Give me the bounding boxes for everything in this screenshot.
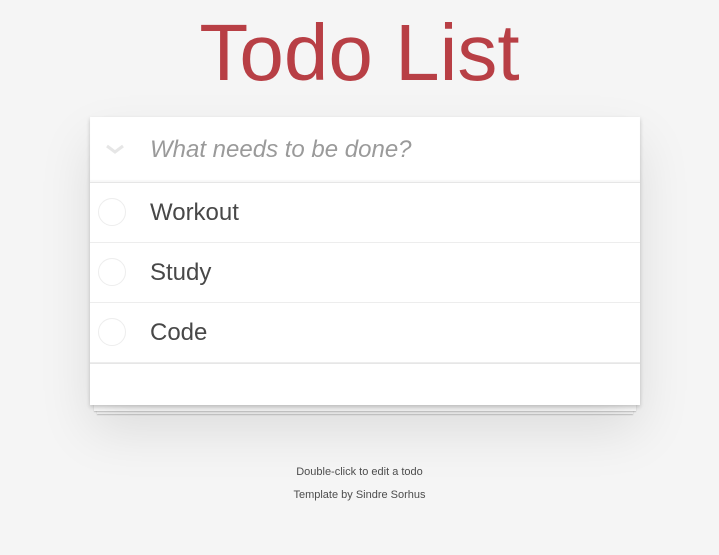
info-hint: Double-click to edit a todo [296,466,423,478]
todo-label[interactable]: Code [150,303,207,362]
info-credit: Template by Sindre Sorhus [293,489,426,501]
todo-item[interactable]: Study [90,243,640,303]
todo-label[interactable]: Study [150,243,211,302]
todo-label[interactable]: Workout [150,183,239,242]
todo-item[interactable]: Workout [90,183,640,243]
todo-checkbox[interactable] [98,198,126,226]
todo-footer [90,363,640,405]
todo-checkbox[interactable] [98,318,126,346]
card-stack-shadow [94,404,636,411]
new-todo-input[interactable] [150,117,630,182]
chevron-down-icon[interactable] [104,142,126,156]
todo-checkbox[interactable] [98,258,126,286]
todo-header [90,117,640,183]
page-title: Todo List [199,8,520,97]
todo-app: Workout Study Code [90,117,640,405]
todo-list: Workout Study Code [90,183,640,363]
todo-item[interactable]: Code [90,303,640,363]
